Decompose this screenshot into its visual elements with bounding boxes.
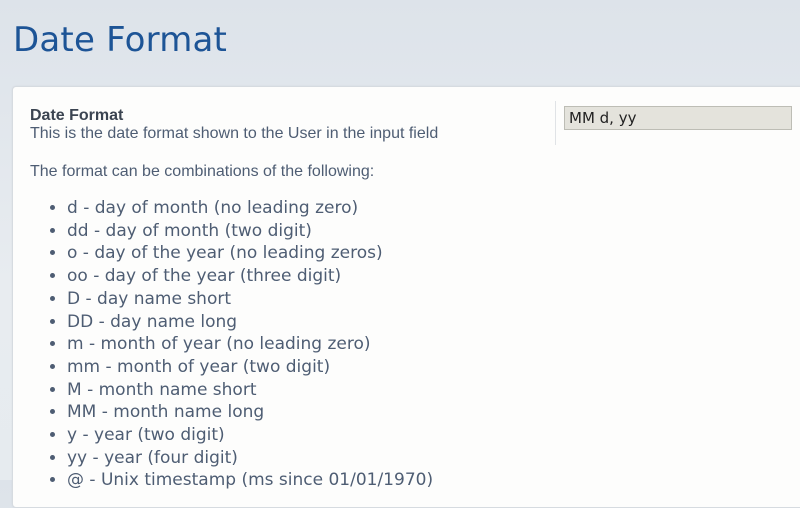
divider (555, 101, 556, 145)
list-item: @ - Unix timestamp (ms since 01/01/1970) (67, 469, 433, 492)
list-item: o - day of the year (no leading zeros) (67, 242, 433, 265)
list-item: mm - month of year (two digit) (67, 356, 433, 379)
list-item: M - month name short (67, 379, 433, 402)
format-list: d - day of month (no leading zero) dd - … (30, 197, 433, 492)
settings-panel: Date Format This is the date format show… (12, 86, 800, 508)
setting-description: This is the date format shown to the Use… (30, 125, 439, 142)
list-item: D - day name short (67, 288, 433, 311)
setting-label: Date Format (30, 107, 124, 124)
list-item: DD - day name long (67, 311, 433, 334)
list-item: m - month of year (no leading zero) (67, 333, 433, 356)
date-format-input[interactable] (564, 106, 792, 130)
list-item: d - day of month (no leading zero) (67, 197, 433, 220)
list-item: dd - day of month (two digit) (67, 220, 433, 243)
list-item: yy - year (four digit) (67, 447, 433, 470)
format-intro: The format can be combinations of the fo… (30, 163, 375, 180)
list-item: y - year (two digit) (67, 424, 433, 447)
page-title: Date Format (13, 20, 228, 60)
list-item: oo - day of the year (three digit) (67, 265, 433, 288)
list-item: MM - month name long (67, 401, 433, 424)
